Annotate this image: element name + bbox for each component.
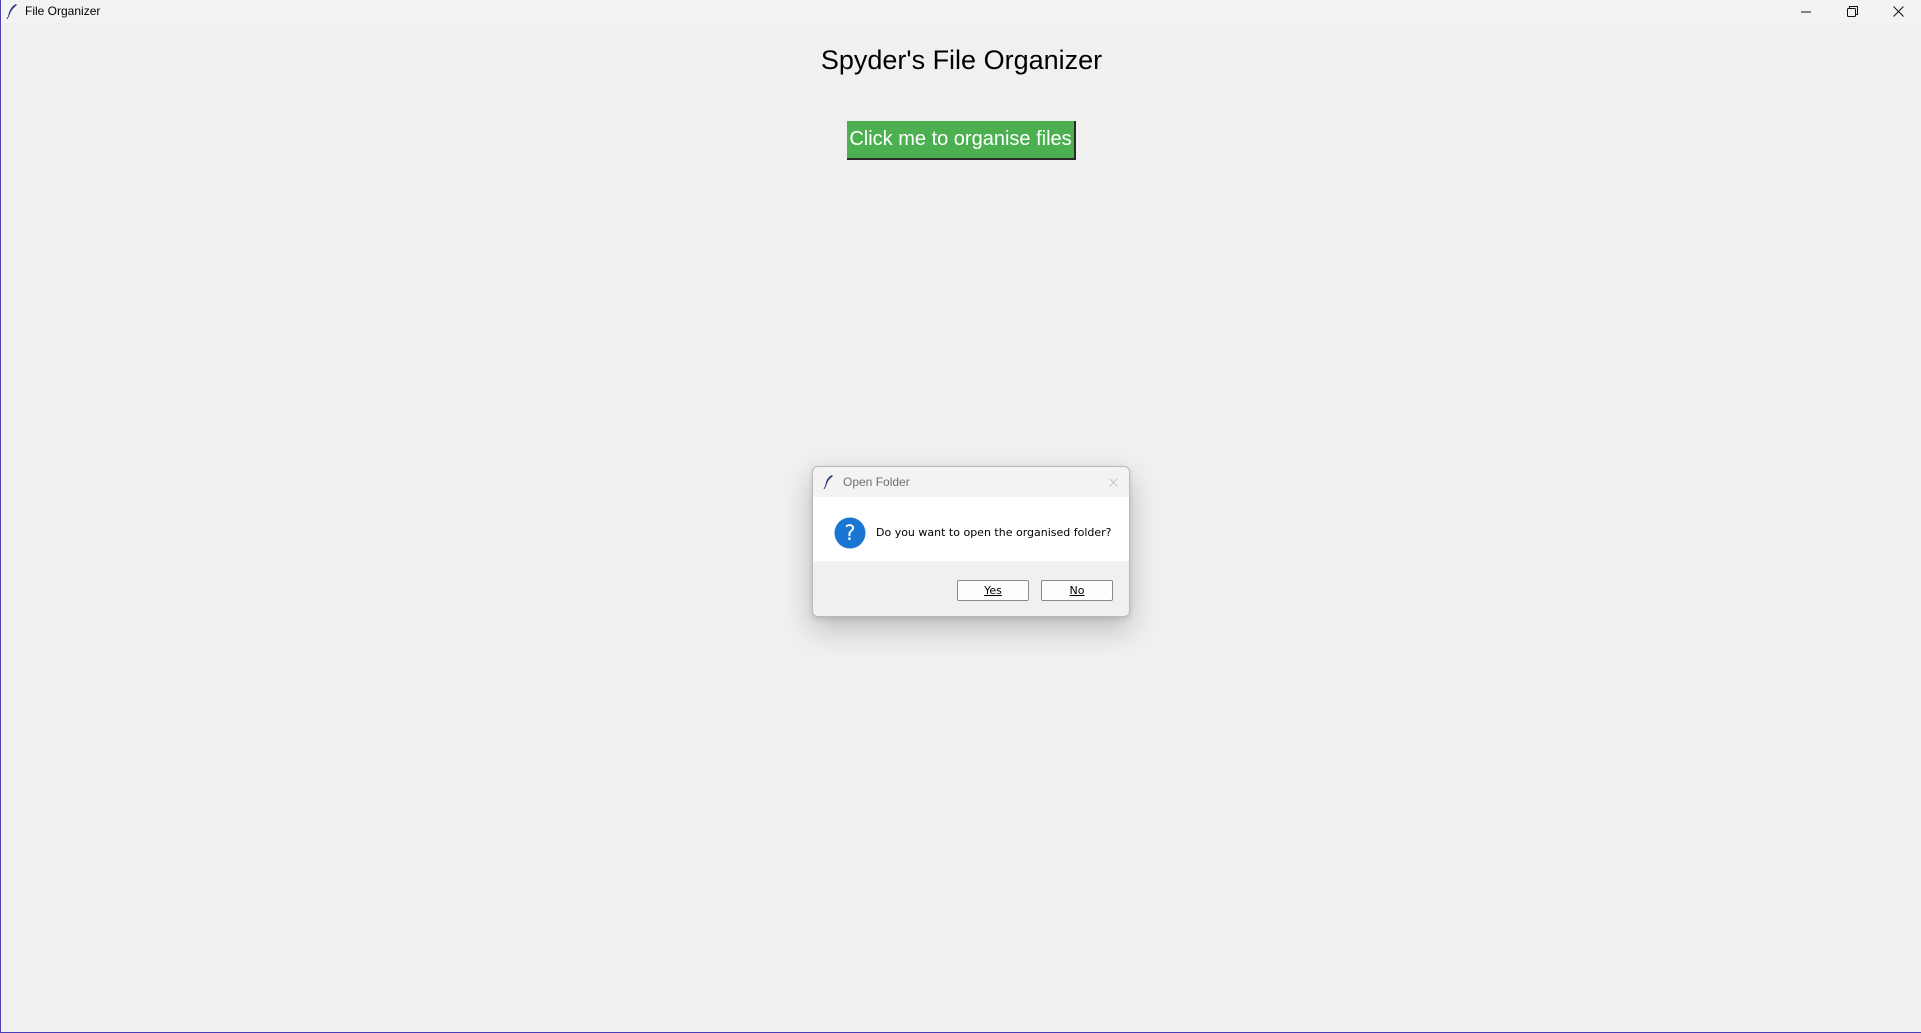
restore-icon <box>1846 6 1858 17</box>
dialog-titlebar[interactable]: Open Folder <box>813 467 1129 497</box>
dialog-body: ? Do you want to open the organised fold… <box>813 497 1129 561</box>
page-title: Spyder's File Organizer <box>820 45 1103 75</box>
dialog-footer: Yes No <box>813 561 1129 616</box>
feather-icon <box>823 475 833 489</box>
yes-button-label: Yes <box>984 584 1002 597</box>
close-icon <box>1108 477 1118 487</box>
window-titlebar[interactable]: File Organizer <box>1 0 1921 23</box>
svg-text:?: ? <box>844 521 855 545</box>
restore-button[interactable] <box>1829 0 1875 23</box>
dialog-close-button[interactable] <box>1105 474 1121 490</box>
open-folder-dialog: Open Folder ? Do you want to open the or… <box>812 466 1130 617</box>
no-button-label: No <box>1069 584 1085 597</box>
dialog-message: Do you want to open the organised folder… <box>876 526 1112 539</box>
minimize-icon <box>1801 11 1811 12</box>
no-button[interactable]: No <box>1041 580 1113 601</box>
close-icon <box>1892 6 1904 17</box>
yes-button[interactable]: Yes <box>957 580 1029 601</box>
question-icon: ? <box>834 517 866 549</box>
feather-icon <box>6 4 17 19</box>
minimize-button[interactable] <box>1783 0 1829 23</box>
window-title: File Organizer <box>25 4 101 18</box>
dialog-title: Open Folder <box>843 475 910 489</box>
organise-files-button[interactable]: Click me to organise files <box>847 121 1076 160</box>
app-window: File Organizer Spyder's File Organizer C… <box>0 0 1921 1033</box>
close-button[interactable] <box>1875 0 1921 23</box>
